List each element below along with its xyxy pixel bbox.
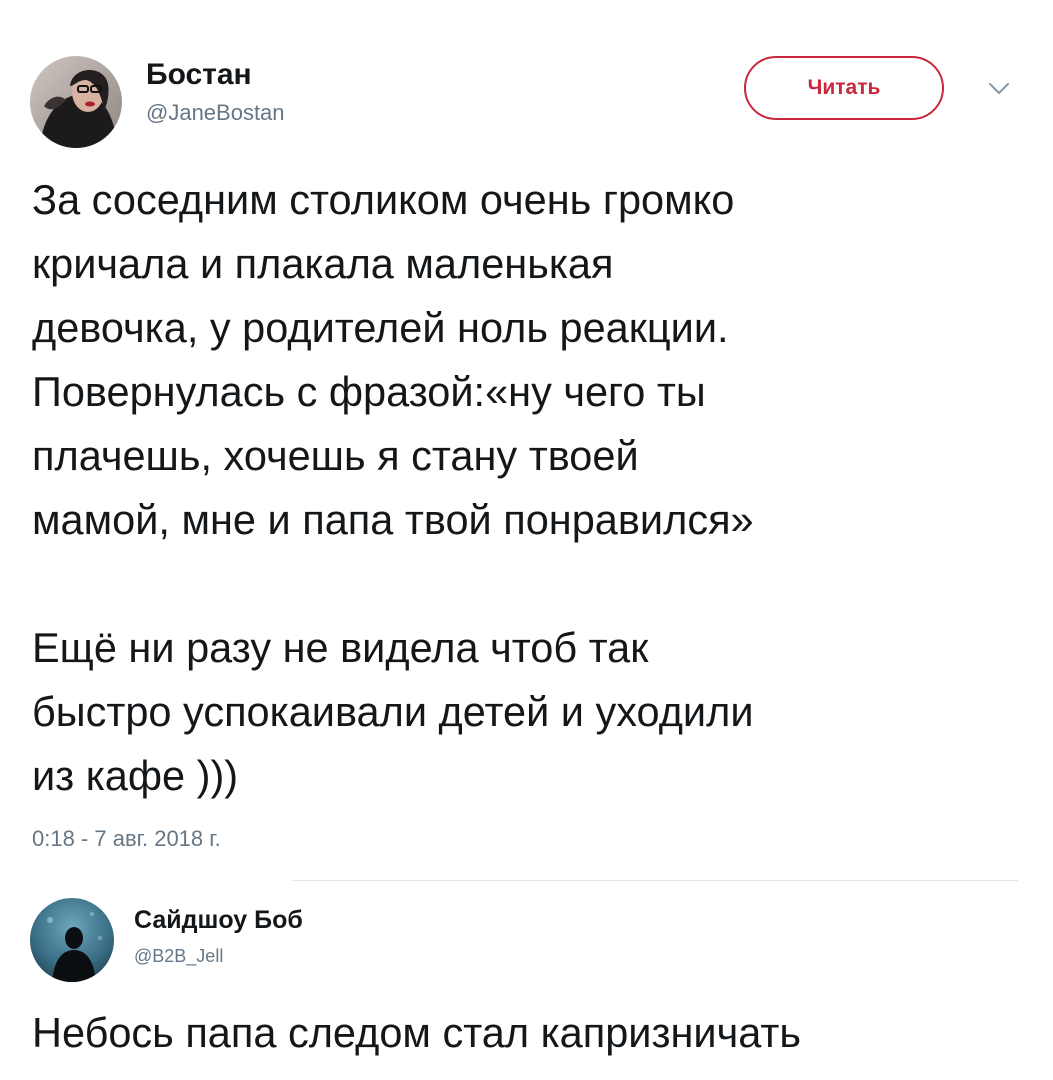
tweet-text-line: мамой, мне и папа твой понравился» bbox=[32, 496, 754, 543]
reply-author-handle[interactable]: @B2B_Jell bbox=[134, 946, 223, 967]
reply-author-display-name[interactable]: Сайдшоу Боб bbox=[134, 906, 303, 935]
author-avatar[interactable] bbox=[30, 56, 122, 148]
tweet-text-line: плачешь, хочешь я стану твоей bbox=[32, 432, 639, 479]
reply-text: Небось папа следом стал капризничать bbox=[32, 1009, 802, 1056]
tweet-text-line: За соседним столиком очень громко bbox=[32, 176, 735, 223]
tweet-text-line: быстро успокаивали детей и уходили bbox=[32, 688, 754, 735]
tweet-text: За соседним столиком очень громко кричал… bbox=[32, 168, 1032, 808]
tweet-text-line: девочка, у родителей ноль реакции. bbox=[32, 304, 729, 351]
divider bbox=[292, 880, 1018, 881]
tweet-text-line: Ещё ни разу не видела чтоб так bbox=[32, 624, 649, 671]
reply-author-avatar[interactable] bbox=[30, 898, 114, 982]
tweet-text-line: Повернулась с фразой:«ну чего ты bbox=[32, 368, 706, 415]
tweet-text-line: из кафе ))) bbox=[32, 752, 239, 799]
chevron-down-icon[interactable] bbox=[982, 76, 1016, 102]
tweet-timestamp[interactable]: 0:18 - 7 авг. 2018 г. bbox=[32, 826, 221, 852]
tweet-text-line: кричала и плакала маленькая bbox=[32, 240, 614, 287]
author-handle[interactable]: @JaneBostan bbox=[146, 100, 285, 126]
author-display-name[interactable]: Бостан bbox=[146, 58, 252, 92]
follow-button[interactable]: Читать bbox=[744, 56, 944, 120]
